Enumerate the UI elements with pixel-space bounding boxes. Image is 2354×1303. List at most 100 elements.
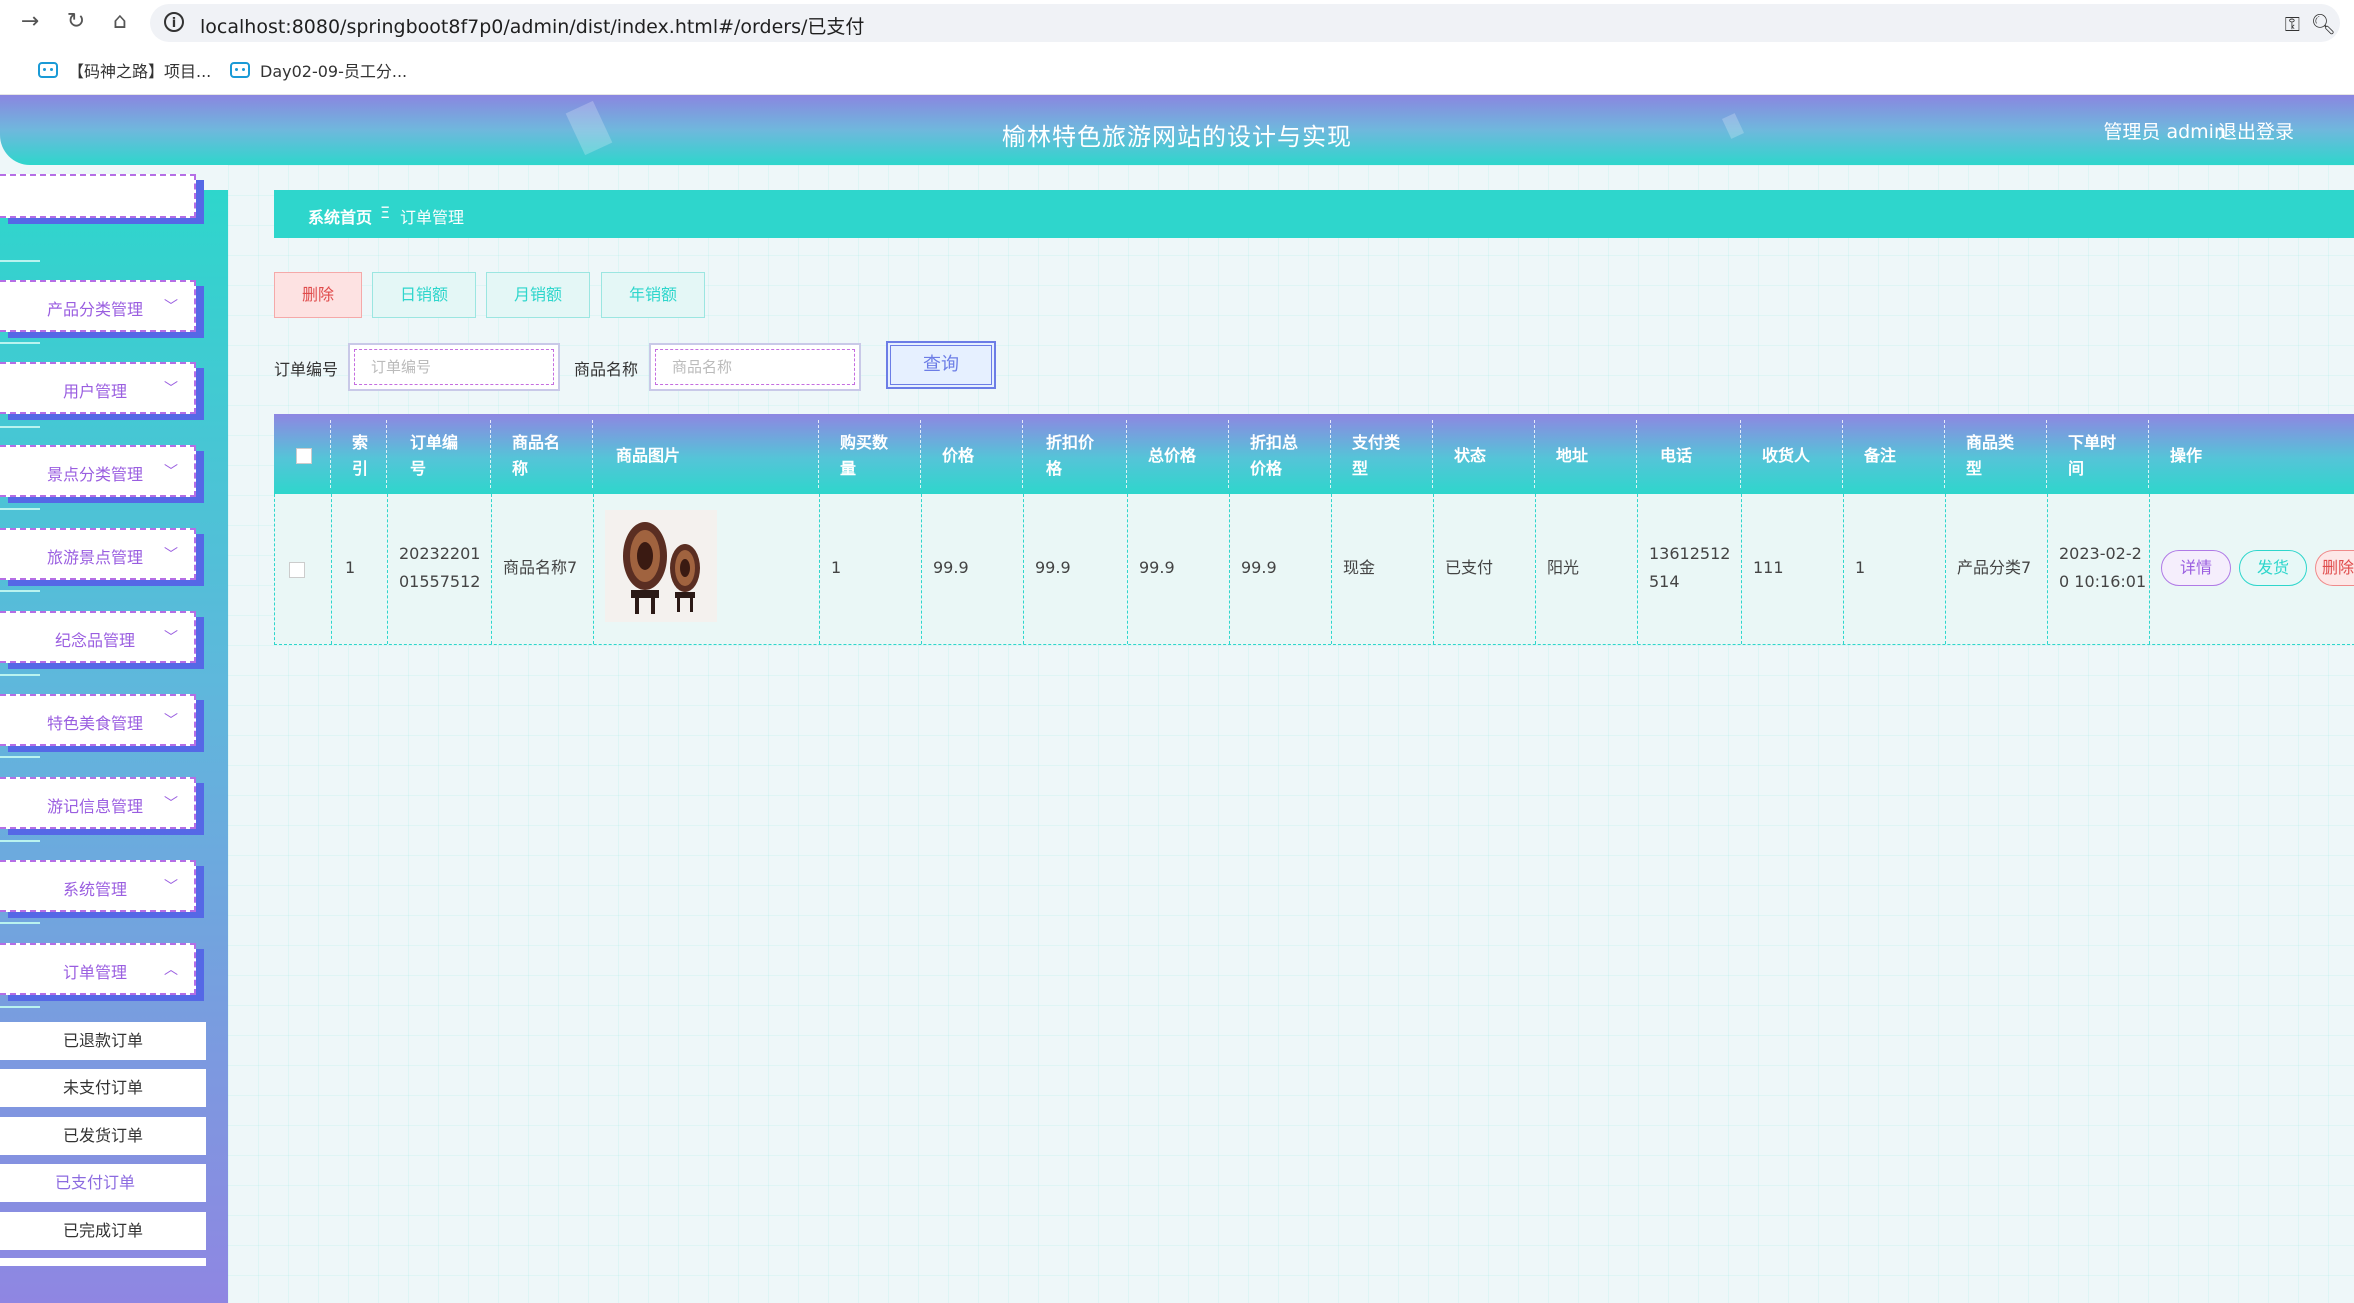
submenu-completed-orders[interactable]: 已完成订单 — [0, 1212, 206, 1250]
submenu-shipped-orders[interactable]: 已发货订单 — [0, 1117, 206, 1155]
th-remark: 备注 — [1864, 446, 1897, 465]
submenu-paid-orders[interactable]: 已支付订单 — [0, 1164, 206, 1202]
th-product-name: 商品名 称 — [512, 433, 561, 478]
th-operations: 操作 — [2170, 446, 2203, 465]
bilibili-icon — [230, 62, 250, 78]
cell-order-time: 2023-02-2 0 10:16:01 — [2059, 544, 2147, 591]
forward-icon[interactable]: → — [16, 8, 44, 36]
home-icon[interactable]: ⌂ — [106, 8, 134, 36]
ship-button[interactable]: 发货 — [2239, 550, 2307, 586]
select-all-checkbox[interactable] — [296, 448, 312, 464]
sidebar-item-souvenirs[interactable]: 纪念品管理 ﹀ — [0, 611, 196, 663]
cell-address: 阳光 — [1547, 558, 1580, 577]
th-product-type: 商品类 型 — [1966, 433, 2015, 478]
cell-quantity: 1 — [831, 558, 842, 577]
row-checkbox[interactable] — [289, 562, 305, 578]
th-discount-price: 折扣价 格 — [1046, 433, 1095, 478]
th-price: 价格 — [942, 446, 975, 465]
detail-button[interactable]: 详情 — [2161, 550, 2231, 586]
cell-order-no: 20232201 01557512 — [399, 544, 481, 591]
bilibili-icon — [38, 62, 58, 78]
cell-remark: 1 — [1855, 558, 1866, 577]
product-thumbnail-icon — [605, 510, 717, 622]
row-delete-button[interactable]: 删除 — [2315, 550, 2354, 586]
chevron-down-icon: ﹀ — [164, 630, 178, 646]
chevron-down-icon: ﹀ — [164, 381, 178, 397]
bookmark-2[interactable]: Day02-09-员工分... — [230, 58, 407, 82]
th-phone: 电话 — [1660, 446, 1693, 465]
cell-status: 已支付 — [1445, 558, 1494, 577]
yearly-sales-button[interactable]: 年销额 — [601, 272, 705, 318]
order-no-input[interactable] — [354, 349, 554, 385]
cell-price: 99.9 — [933, 558, 969, 577]
cell-product-name: 商品名称7 — [503, 558, 578, 577]
table-row: 1 20232201 01557512 商品名称7 1 99.9 99.9 99… — [274, 494, 2354, 645]
breadcrumb: 系统首页 Ξ 订单管理 — [274, 190, 2354, 238]
cell-phone: 13612512 514 — [1649, 544, 1731, 591]
daily-sales-button[interactable]: 日销额 — [372, 272, 476, 318]
key-icon[interactable]: ⚿ — [2285, 12, 2300, 36]
breadcrumb-separator: Ξ — [380, 203, 391, 222]
th-order-no: 订单编 号 — [410, 433, 459, 478]
url-text[interactable]: localhost:8080/springboot8f7p0/admin/dis… — [200, 12, 864, 39]
sidebar-item-travel-notes[interactable]: 游记信息管理 ﹀ — [0, 777, 196, 829]
user-label: 管理员 admin — [2103, 121, 2226, 143]
order-no-input-wrap — [348, 343, 560, 391]
browser-toolbar: → ↻ ⌂ i localhost:8080/springboot8f7p0/a… — [0, 0, 2354, 44]
zoom-icon[interactable]: 🔍︎ — [2311, 12, 2336, 36]
sidebar-item-orders[interactable]: 订单管理 ︿ — [0, 943, 196, 995]
th-product-image: 商品图片 — [616, 446, 681, 465]
chevron-down-icon: ﹀ — [164, 464, 178, 480]
th-receiver: 收货人 — [1762, 446, 1811, 465]
delete-button[interactable]: 删除 — [274, 272, 362, 318]
th-quantity: 购买数 量 — [840, 433, 889, 478]
cell-discount-total: 99.9 — [1241, 558, 1277, 577]
breadcrumb-home[interactable]: 系统首页 — [308, 204, 372, 228]
sidebar-item-scenic-spots[interactable]: 旅游景点管理 ﹀ — [0, 528, 196, 580]
chevron-up-icon: ︿ — [164, 962, 178, 978]
breadcrumb-current: 订单管理 — [400, 208, 465, 227]
app-header: 榆林特色旅游网站的设计与实现 管理员 admin 退出登录 — [0, 95, 2354, 165]
order-no-label: 订单编号 — [274, 360, 339, 379]
th-discount-total: 折扣总 价格 — [1250, 433, 1299, 478]
product-name-input-wrap — [649, 343, 861, 391]
product-image[interactable] — [605, 510, 717, 622]
monthly-sales-button[interactable]: 月销额 — [486, 272, 590, 318]
cell-pay-type: 现金 — [1343, 558, 1376, 577]
submenu-partial — [0, 1258, 206, 1266]
chevron-down-icon: ﹀ — [164, 879, 178, 895]
th-index: 索 引 — [352, 433, 369, 478]
chevron-down-icon: ﹀ — [164, 547, 178, 563]
background-grid — [228, 165, 2354, 1303]
sidebar-item-system[interactable]: 系统管理 ﹀ — [0, 860, 196, 912]
sidebar-item-partial[interactable] — [0, 174, 196, 218]
product-name-label: 商品名称 — [574, 360, 639, 379]
cell-discount-price: 99.9 — [1035, 558, 1071, 577]
table-header: 索 引 订单编 号 商品名 称 商品图片 购买数 量 价格 折扣价 格 总价格 … — [274, 414, 2354, 494]
query-button[interactable]: 查询 — [886, 341, 996, 389]
sidebar-item-users[interactable]: 用户管理 ﹀ — [0, 362, 196, 414]
sidebar-item-scenic-category[interactable]: 景点分类管理 ﹀ — [0, 445, 196, 497]
th-status: 状态 — [1454, 446, 1487, 465]
submenu-refunded-orders[interactable]: 已退款订单 — [0, 1022, 206, 1060]
bookmarks-bar: 【码神之路】项目... Day02-09-员工分... — [0, 44, 2354, 95]
sidebar-item-product-category[interactable]: 产品分类管理 ﹀ — [0, 280, 196, 332]
chevron-down-icon: ﹀ — [164, 713, 178, 729]
chevron-down-icon: ﹀ — [164, 299, 178, 315]
th-total: 总价格 — [1148, 446, 1197, 465]
cell-total: 99.9 — [1139, 558, 1175, 577]
product-name-input[interactable] — [655, 349, 855, 385]
cell-index: 1 — [345, 558, 356, 577]
th-order-time: 下单时 间 — [2068, 433, 2117, 478]
reload-icon[interactable]: ↻ — [62, 8, 90, 36]
cell-product-type: 产品分类7 — [1957, 558, 2032, 577]
site-info-icon[interactable]: i — [164, 12, 184, 32]
address-bar[interactable]: i localhost:8080/springboot8f7p0/admin/d… — [150, 4, 2340, 42]
th-address: 地址 — [1556, 446, 1589, 465]
submenu-unpaid-orders[interactable]: 未支付订单 — [0, 1069, 206, 1107]
logout-link[interactable]: 退出登录 — [2218, 117, 2294, 144]
bookmark-1[interactable]: 【码神之路】项目... — [38, 58, 211, 82]
sidebar: 产品分类管理 ﹀ 用户管理 ﹀ 景点分类管理 ﹀ 旅游景点管理 ﹀ 纪念品管理 … — [0, 174, 228, 1303]
sidebar-item-food[interactable]: 特色美食管理 ﹀ — [0, 694, 196, 746]
chevron-down-icon: ﹀ — [164, 796, 178, 812]
